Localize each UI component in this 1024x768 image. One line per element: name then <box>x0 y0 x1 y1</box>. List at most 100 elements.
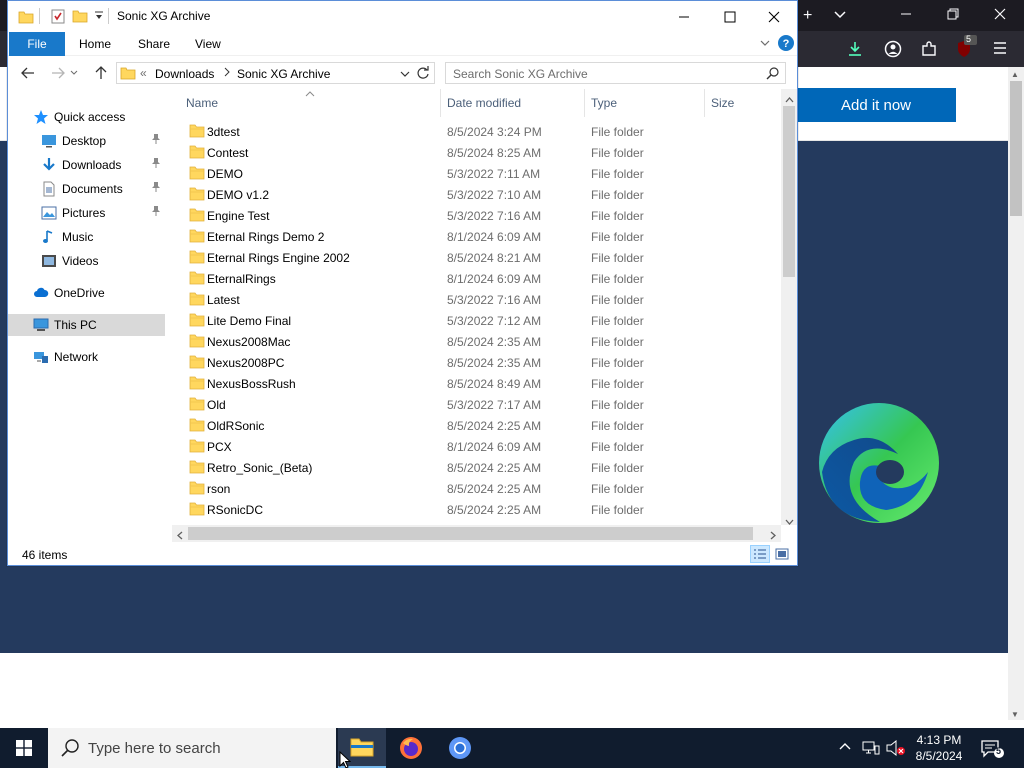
back-button[interactable] <box>18 63 38 83</box>
sidebar-item-network[interactable]: Network <box>8 346 165 368</box>
file-row[interactable]: rson 8/5/2024 2:25 AM File folder <box>172 478 781 499</box>
search-icon[interactable] <box>766 67 779 83</box>
column-name[interactable]: Name <box>186 96 218 110</box>
vertical-scrollbar[interactable] <box>781 89 797 525</box>
show-hidden-icons-chevron-icon[interactable] <box>838 740 852 757</box>
breadcrumb-downloads[interactable]: Downloads <box>155 67 214 81</box>
file-row[interactable]: Nexus2008PC 8/5/2024 2:35 AM File folder <box>172 352 781 373</box>
browser-scroll-up-icon[interactable]: ▲ <box>1011 70 1019 79</box>
tab-view[interactable]: View <box>195 32 221 56</box>
file-row[interactable]: Engine Test 5/3/2022 7:16 AM File folder <box>172 205 781 226</box>
column-divider[interactable] <box>584 89 585 117</box>
browser-menu-icon[interactable] <box>992 40 1008 59</box>
column-type[interactable]: Type <box>591 96 617 110</box>
scroll-down-icon[interactable] <box>785 514 794 528</box>
pin-icon[interactable] <box>151 157 161 172</box>
tab-list-chevron-icon[interactable] <box>833 7 847 25</box>
taskbar-search-input[interactable]: Type here to search <box>88 740 221 757</box>
browser-restore-icon[interactable] <box>947 8 959 24</box>
horizontal-scroll-thumb[interactable] <box>188 527 753 540</box>
search-box[interactable]: Search Sonic XG Archive <box>445 62 786 84</box>
help-icon[interactable]: ? <box>778 35 794 54</box>
pin-icon[interactable] <box>151 181 161 196</box>
refresh-icon[interactable] <box>416 66 430 83</box>
taskbar-firefox[interactable] <box>387 728 435 768</box>
file-row[interactable]: RSonicDC 8/5/2024 2:25 AM File folder <box>172 499 781 519</box>
ribbon-expand-chevron-icon[interactable] <box>759 37 771 52</box>
taskbar-search-box[interactable]: Type here to search <box>48 728 336 768</box>
close-button[interactable] <box>751 1 797 32</box>
file-row[interactable]: DEMO v1.2 5/3/2022 7:10 AM File folder <box>172 184 781 205</box>
clock-time: 4:13 PM <box>916 733 962 747</box>
add-it-now-button[interactable]: Add it now <box>796 88 956 122</box>
recent-locations-button[interactable] <box>68 63 80 83</box>
new-tab-icon[interactable]: + <box>803 8 812 24</box>
breadcrumb-separator-icon[interactable] <box>223 66 231 81</box>
sidebar-item-pictures[interactable]: Pictures <box>8 202 165 224</box>
maximize-button[interactable] <box>707 1 753 32</box>
browser-minimize-icon[interactable] <box>900 8 912 24</box>
details-view-button[interactable] <box>750 545 770 563</box>
downloads-icon[interactable] <box>846 40 864 61</box>
file-row[interactable]: NexusBossRush 8/5/2024 8:49 AM File folder <box>172 373 781 394</box>
browser-scroll-thumb[interactable] <box>1010 81 1022 216</box>
start-button[interactable] <box>0 728 48 768</box>
horizontal-scrollbar[interactable] <box>172 525 781 542</box>
file-row[interactable]: PCX 8/1/2024 6:09 AM File folder <box>172 436 781 457</box>
sidebar-item-videos[interactable]: Videos <box>8 250 165 272</box>
tab-file[interactable]: File <box>9 32 65 56</box>
file-row[interactable]: Retro_Sonic_(Beta) 8/5/2024 2:25 AM File f… <box>172 457 781 478</box>
file-row[interactable]: Contest 8/5/2024 8:25 AM File folder <box>172 142 781 163</box>
browser-scroll-down-icon[interactable]: ▼ <box>1011 710 1019 719</box>
tab-share[interactable]: Share <box>138 32 170 56</box>
sidebar-item-onedrive[interactable]: OneDrive <box>8 282 165 304</box>
account-circle-icon[interactable] <box>884 40 902 61</box>
file-row[interactable]: Nexus2008Mac 8/5/2024 2:35 AM File folder <box>172 331 781 352</box>
large-icons-view-button[interactable] <box>772 545 792 563</box>
sidebar-item-quick-access[interactable]: Quick access <box>8 106 165 128</box>
file-row[interactable]: Latest 5/3/2022 7:16 AM File folder <box>172 289 781 310</box>
minimize-button[interactable] <box>661 1 707 32</box>
file-row[interactable]: 3dtest 8/5/2024 3:24 PM File folder <box>172 121 781 142</box>
address-overflow[interactable]: « <box>140 66 147 80</box>
sidebar-item-downloads[interactable]: Downloads <box>8 154 165 176</box>
action-center-button[interactable]: 5 <box>980 739 1004 762</box>
tab-home[interactable]: Home <box>79 32 111 56</box>
browser-close-icon[interactable] <box>994 8 1006 24</box>
address-history-chevron-icon[interactable] <box>400 68 410 82</box>
column-date-modified[interactable]: Date modified <box>447 96 521 110</box>
pin-icon[interactable] <box>151 133 161 148</box>
file-row[interactable]: OldRSonic 8/5/2024 2:25 AM File folder <box>172 415 781 436</box>
sidebar-item-documents[interactable]: Documents <box>8 178 165 200</box>
sidebar-item-music[interactable]: Music <box>8 226 165 248</box>
address-bar[interactable]: « Downloads Sonic XG Archive <box>116 62 435 84</box>
column-divider[interactable] <box>704 89 705 117</box>
file-row[interactable]: Old 5/3/2022 7:17 AM File folder <box>172 394 781 415</box>
file-row[interactable]: Eternal Rings Engine 2002 8/5/2024 8:21 A… <box>172 247 781 268</box>
column-divider[interactable] <box>440 89 441 117</box>
ublock-extension-icon[interactable]: 5 <box>955 34 977 62</box>
sidebar-item-this-pc[interactable]: This PC <box>8 314 165 336</box>
volume-muted-icon[interactable] <box>886 739 906 759</box>
column-size[interactable]: Size <box>711 96 734 110</box>
qat-customize-icon[interactable] <box>94 10 104 25</box>
vertical-scroll-thumb[interactable] <box>783 106 795 277</box>
sidebar-item-desktop[interactable]: Desktop <box>8 130 165 152</box>
explorer-title-bar[interactable]: Sonic XG Archive <box>8 1 797 32</box>
file-row[interactable]: EternalRings 8/1/2024 6:09 AM File folder <box>172 268 781 289</box>
pin-icon[interactable] <box>151 205 161 220</box>
taskbar-chromium[interactable] <box>436 728 484 768</box>
network-tray-icon[interactable] <box>862 740 880 759</box>
forward-button[interactable] <box>48 63 68 83</box>
scroll-up-icon[interactable] <box>785 92 794 106</box>
extensions-puzzle-icon[interactable] <box>920 40 938 61</box>
properties-checkbox-icon[interactable] <box>50 8 66 27</box>
breadcrumb-sonic-xg-archive[interactable]: Sonic XG Archive <box>237 67 330 81</box>
search-input[interactable]: Search Sonic XG Archive <box>453 67 588 81</box>
new-folder-icon[interactable] <box>72 8 88 27</box>
up-button[interactable] <box>91 63 111 83</box>
taskbar-clock[interactable]: 4:13 PM 8/5/2024 <box>909 732 969 764</box>
file-row[interactable]: DEMO 5/3/2022 7:11 AM File folder <box>172 163 781 184</box>
file-row[interactable]: Eternal Rings Demo 2 8/1/2024 6:09 AM File… <box>172 226 781 247</box>
file-row[interactable]: Lite Demo Final 5/3/2022 7:12 AM File fold… <box>172 310 781 331</box>
